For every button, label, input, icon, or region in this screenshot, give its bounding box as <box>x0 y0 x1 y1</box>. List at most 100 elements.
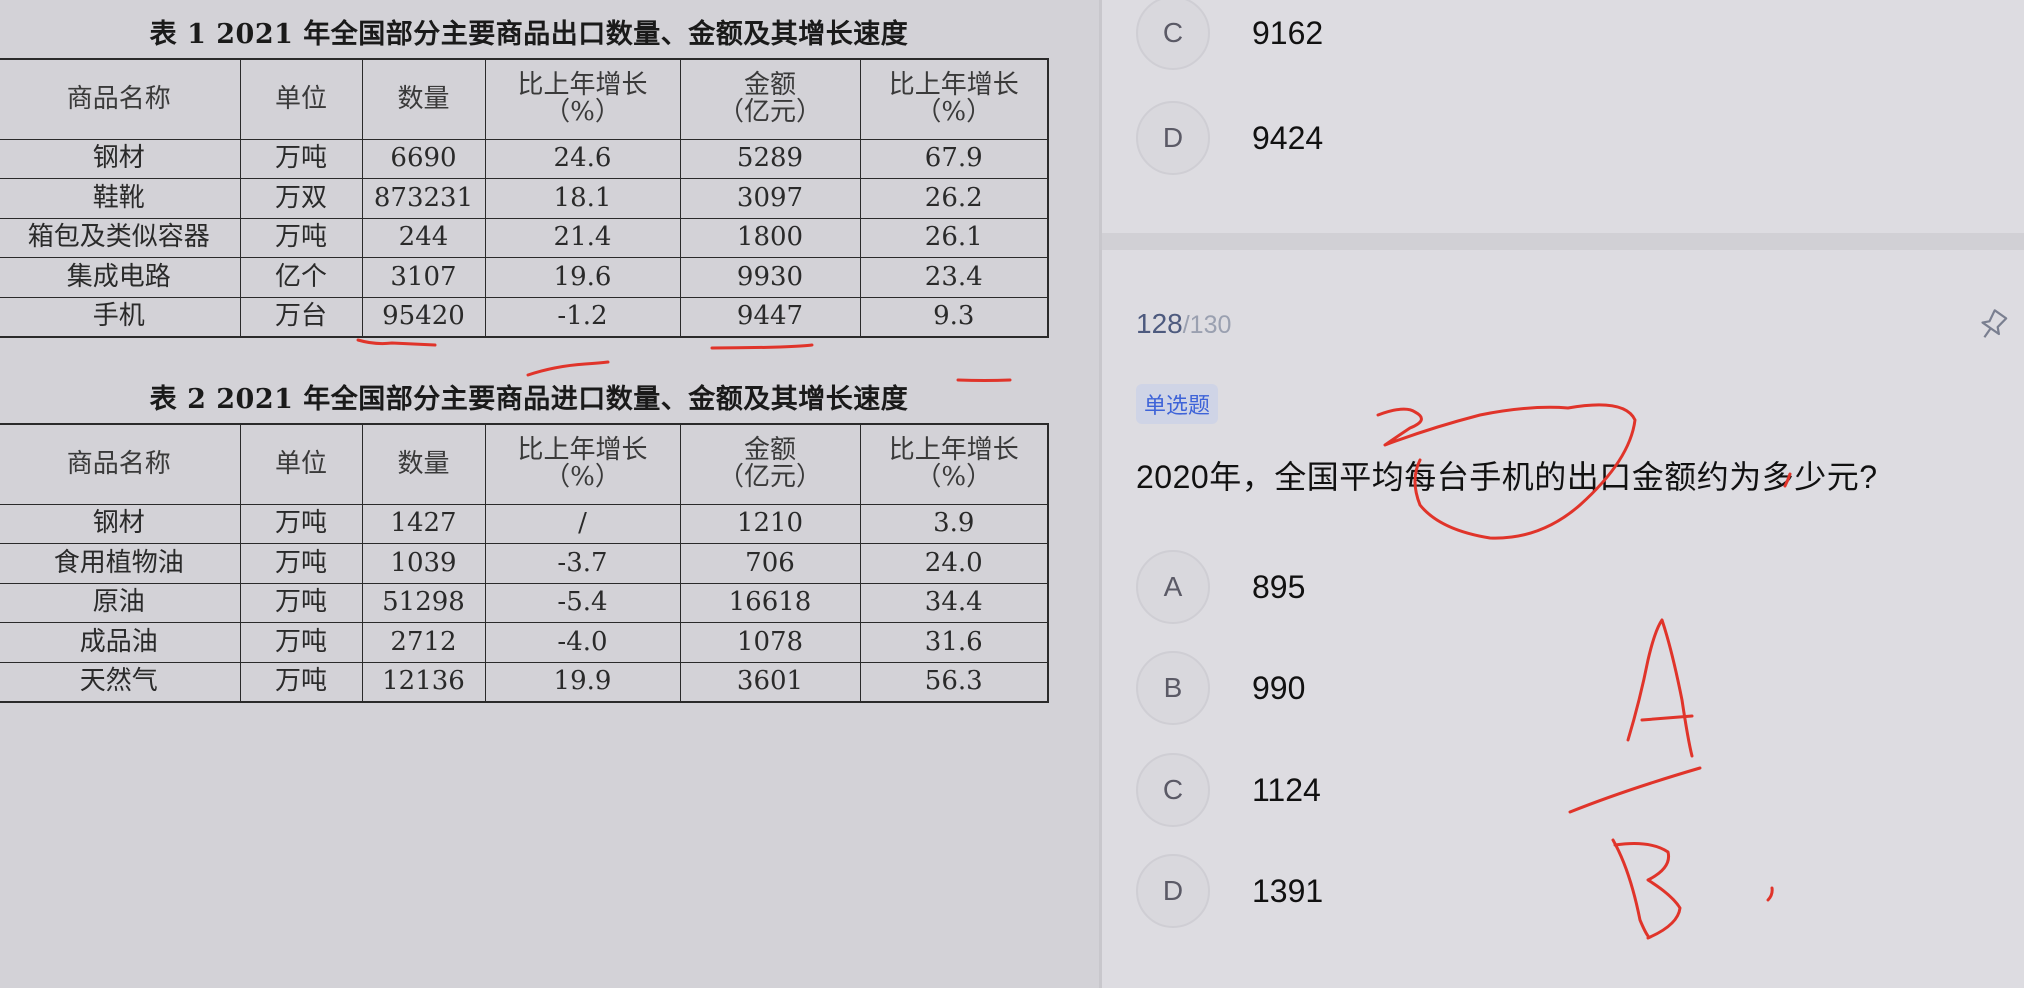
table-cell: 万双 <box>239 178 363 219</box>
table-cell: 3097 <box>679 178 861 219</box>
table-cell: 原油 <box>0 582 241 623</box>
table-cell: 箱包及类似容器 <box>0 217 241 258</box>
table-cell: 26.2 <box>859 178 1049 219</box>
header-cell: 商品名称 <box>0 423 241 505</box>
table-cell: 16618 <box>679 582 861 623</box>
option-letter: D <box>1136 101 1210 175</box>
table-cell: -5.4 <box>484 582 681 623</box>
table-row: 鞋靴 万双 873231 18.1 3097 26.2 <box>0 178 1049 219</box>
table1-title: 表 1 2021 年全国部分主要商品出口数量、金额及其增长速度 <box>0 12 1058 51</box>
table-cell: 万吨 <box>239 622 363 663</box>
option-letter: D <box>1136 854 1210 928</box>
table-cell: -4.0 <box>484 622 681 663</box>
table-row: 集成电路 亿个 3107 19.6 9930 23.4 <box>0 257 1049 298</box>
table-cell: 873231 <box>361 178 486 219</box>
option-b[interactable]: B 990 <box>1136 649 1305 727</box>
table-cell: 19.6 <box>484 257 681 298</box>
option-letter: C <box>1136 753 1210 827</box>
table-cell: 万吨 <box>239 543 363 584</box>
table-cell: 51298 <box>361 582 486 623</box>
table-cell: 手机 <box>0 296 241 337</box>
table-cell: 9.3 <box>859 296 1049 337</box>
table-cell: 244 <box>361 217 486 258</box>
table-cell: 67.9 <box>859 138 1049 179</box>
table-row: 钢材 万吨 6690 24.6 5289 67.9 <box>0 138 1049 179</box>
table-cell: / <box>484 503 681 544</box>
table-cell: 31.6 <box>859 622 1049 663</box>
table-cell: 亿个 <box>239 257 363 298</box>
table-row: 手机 万台 95420 -1.2 9447 9.3 <box>0 296 1049 337</box>
table-cell: 万台 <box>239 296 363 337</box>
tables-pane: 表 1 2021 年全国部分主要商品出口数量、金额及其增长速度 商品名称 单位 … <box>0 0 1100 988</box>
header-cell: 数量 <box>361 58 486 140</box>
table-row: 原油 万吨 51298 -5.4 16618 34.4 <box>0 582 1049 623</box>
header-cell: 比上年增长 （%） <box>484 423 681 505</box>
table-cell: 1039 <box>361 543 486 584</box>
header-cell: 金额 （亿元） <box>679 423 861 505</box>
table-cell: 2712 <box>361 622 486 663</box>
table-cell: 56.3 <box>859 661 1049 702</box>
option-text: 990 <box>1252 669 1306 706</box>
table-cell: 万吨 <box>239 661 363 702</box>
table-cell: 万吨 <box>239 503 363 544</box>
table-cell: 23.4 <box>859 257 1049 298</box>
option-text: 1124 <box>1252 771 1321 808</box>
option-d[interactable]: D 9424 <box>1136 99 1323 177</box>
header-cell: 单位 <box>239 58 363 140</box>
table-cell: -3.7 <box>484 543 681 584</box>
table-row: 食用植物油 万吨 1039 -3.7 706 24.0 <box>0 543 1049 584</box>
table-cell: 24.6 <box>484 138 681 179</box>
option-letter: C <box>1136 0 1210 70</box>
option-d[interactable]: D 1391 <box>1136 852 1323 930</box>
option-text: 9424 <box>1252 119 1324 156</box>
option-c[interactable]: C 9162 <box>1136 0 1323 72</box>
table-cell: 34.4 <box>859 582 1049 623</box>
table-cell: 24.0 <box>859 543 1049 584</box>
option-text: 9162 <box>1252 14 1324 51</box>
header-cell: 比上年增长 （%） <box>859 58 1049 140</box>
question-type-badge: 单选题 <box>1136 384 1219 424</box>
table-cell: 12136 <box>361 661 486 702</box>
quiz-pane: C 9162 D 9424 128/130 单选题 2020年，全国平均每台手机… <box>1102 0 2024 988</box>
option-a[interactable]: A 895 <box>1136 548 1305 626</box>
header-cell: 商品名称 <box>0 58 241 140</box>
block-separator <box>1102 233 2024 250</box>
option-c[interactable]: C 1124 <box>1136 751 1321 829</box>
option-text: 895 <box>1252 568 1306 605</box>
header-cell: 金额 （亿元） <box>679 58 861 140</box>
table-header-row: 商品名称 单位 数量 比上年增长 （%） 金额 （亿元） 比上年增长 （%） <box>0 423 1049 505</box>
table-cell: 集成电路 <box>0 257 241 298</box>
table-cell: 5289 <box>679 138 861 179</box>
table-cell: 3.9 <box>859 503 1049 544</box>
table-header-row: 商品名称 单位 数量 比上年增长 （%） 金额 （亿元） 比上年增长 （%） <box>0 58 1049 140</box>
table-cell: 万吨 <box>239 138 363 179</box>
table-cell: 钢材 <box>0 138 241 179</box>
table-cell: 食用植物油 <box>0 543 241 584</box>
table-cell: 鞋靴 <box>0 178 241 219</box>
table-row: 钢材 万吨 1427/1210 3.9 <box>0 503 1049 544</box>
table-cell: 9447 <box>679 296 861 337</box>
table-cell: 1078 <box>679 622 861 663</box>
table-cell: 19.9 <box>484 661 681 702</box>
option-letter: A <box>1136 550 1210 624</box>
table-cell: 706 <box>679 543 861 584</box>
previous-question-block: C 9162 D 9424 <box>1102 0 2024 233</box>
table-cell: 9930 <box>679 257 861 298</box>
table-cell: 3601 <box>679 661 861 702</box>
question-counter: 128/130 <box>1136 308 1232 339</box>
table-cell: -1.2 <box>484 296 681 337</box>
option-letter: B <box>1136 651 1210 725</box>
pin-icon[interactable] <box>1972 304 2014 346</box>
table-cell: 1427 <box>361 503 486 544</box>
table-cell: 95420 <box>361 296 486 337</box>
table-cell: 成品油 <box>0 622 241 663</box>
table-row: 成品油 万吨 2712 -4.0 1078 31.6 <box>0 622 1049 663</box>
question-text: 2020年，全国平均每台手机的出口金额约为多少元? <box>1136 459 1878 495</box>
table-row: 天然气 万吨 12136 19.9 3601 56.3 <box>0 661 1049 702</box>
table-cell: 钢材 <box>0 503 241 544</box>
table-cell: 天然气 <box>0 661 241 702</box>
header-cell: 单位 <box>239 423 363 505</box>
table2-title: 表 2 2021 年全国部分主要商品进口数量、金额及其增长速度 <box>0 377 1058 416</box>
table-cell: 1210 <box>679 503 861 544</box>
option-text: 1391 <box>1252 872 1324 909</box>
